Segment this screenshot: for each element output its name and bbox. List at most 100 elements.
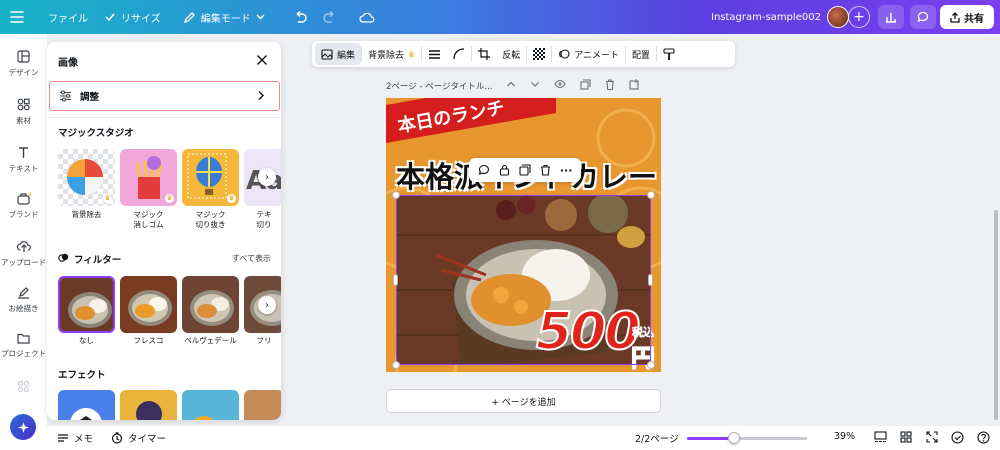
magic-item-eraser[interactable]: ♛ — [120, 149, 177, 206]
bar-chart-icon — [886, 13, 896, 23]
element-floating-toolbar: ··· — [469, 158, 581, 182]
grid-icon — [900, 431, 912, 443]
rail-item-draw[interactable]: お絵描き — [0, 286, 47, 314]
transparency-button[interactable] — [527, 43, 551, 65]
undo-button[interactable] — [273, 0, 315, 34]
rail-item-text[interactable]: テキスト — [0, 146, 47, 174]
magic-assistant-button[interactable] — [10, 414, 36, 440]
fullscreen-button[interactable] — [926, 431, 938, 443]
magic-item-label: 切り — [256, 220, 272, 229]
canvas-scrollbar[interactable] — [994, 210, 998, 420]
magic-scroll-right[interactable]: › — [258, 168, 276, 186]
effect-item-3[interactable] — [182, 390, 239, 420]
cloud-check-icon — [359, 12, 375, 23]
more-options-icon[interactable]: ··· — [560, 164, 573, 177]
resize-button[interactable]: リサイズ — [96, 0, 169, 34]
resize-icon — [105, 13, 115, 22]
paint-roller-icon — [663, 47, 675, 60]
comment-icon[interactable] — [478, 164, 490, 176]
border-style-button[interactable] — [422, 43, 447, 65]
help-icon — [977, 431, 990, 444]
see-all-link[interactable]: すべて表示 — [232, 253, 271, 264]
timer-label: タイマー — [128, 434, 167, 445]
effect-item-4[interactable] — [244, 390, 281, 420]
document-title[interactable]: Instagram-sample002 — [711, 0, 821, 34]
bg-remove-button[interactable]: 背景除去 ♛ — [362, 43, 421, 65]
share-button[interactable]: 共有 — [940, 5, 994, 29]
grid-view-button[interactable] — [874, 431, 887, 443]
check-button[interactable] — [951, 431, 964, 444]
resize-handle-tl[interactable] — [392, 191, 400, 199]
magic-item-label: 切り抜き — [195, 220, 226, 229]
rail-item-apps[interactable] — [0, 380, 47, 393]
trash-icon[interactable] — [605, 79, 615, 90]
page-indicator[interactable]: 2/2ページ — [635, 431, 679, 445]
flip-button[interactable]: 反転 — [496, 43, 526, 65]
rail-item-brand[interactable]: ♛ ブランド — [0, 192, 47, 220]
chevron-right-icon: › — [265, 171, 269, 183]
resize-handle-right[interactable] — [648, 274, 653, 286]
brand-icon: ♛ — [16, 192, 31, 205]
close-panel-button[interactable] — [254, 52, 270, 68]
duplicate-icon[interactable] — [519, 164, 531, 176]
resize-handle-bl[interactable] — [392, 361, 400, 369]
menu-button[interactable] — [0, 0, 34, 34]
filter-item-none[interactable] — [58, 276, 115, 333]
pencil-icon — [183, 11, 195, 23]
edit-image-button[interactable]: 編集 — [315, 43, 362, 65]
user-avatar[interactable] — [827, 6, 849, 28]
help-button[interactable] — [977, 431, 990, 444]
duplicate-icon[interactable] — [580, 79, 591, 90]
animate-button[interactable]: アニメート — [552, 43, 625, 65]
check-circle-icon — [951, 431, 964, 444]
filter-scroll-right[interactable]: › — [258, 296, 276, 314]
share-label: 共有 — [964, 13, 984, 25]
chevron-down-icon — [256, 14, 265, 20]
zoom-slider-knob[interactable] — [727, 432, 740, 444]
add-page-icon[interactable] — [629, 79, 640, 90]
eye-icon[interactable] — [554, 79, 566, 89]
rail-item-uploads[interactable]: アップロード — [0, 240, 47, 268]
rail-label: 素材 — [16, 116, 31, 125]
timer-button[interactable]: タイマー — [111, 431, 166, 445]
magic-item-bg-remove[interactable]: ♛ — [58, 149, 115, 206]
add-page-button[interactable]: + ページを追加 — [386, 389, 661, 413]
redo-button[interactable] — [315, 0, 345, 34]
zoom-slider-fill — [687, 437, 734, 440]
rail-item-design[interactable]: デザイン — [0, 50, 47, 78]
cloud-save-button[interactable] — [345, 0, 383, 34]
adjust-button[interactable]: 調整 — [49, 81, 280, 111]
timer-icon — [111, 432, 123, 444]
zoom-level[interactable]: 39% — [834, 431, 855, 442]
price-amount[interactable]: 500 — [535, 305, 642, 359]
rail-item-elements[interactable]: 素材 — [0, 98, 47, 126]
thumbnail-grid-button[interactable] — [900, 431, 912, 443]
filter-item-belvedere[interactable] — [182, 276, 239, 333]
corner-rounding-button[interactable] — [447, 43, 471, 65]
resize-handle-tr[interactable] — [647, 191, 655, 199]
comments-button[interactable] — [910, 5, 936, 29]
hamburger-icon — [10, 11, 24, 23]
position-button[interactable]: 配置 — [626, 43, 656, 65]
insights-button[interactable] — [878, 5, 904, 29]
design-canvas[interactable]: 本日のランチ 本格派インドカレー 500 税込 円 — [386, 98, 661, 372]
magic-item-grab[interactable]: ♛ — [182, 149, 239, 206]
resize-handle-br[interactable] — [647, 361, 655, 369]
page-title-label[interactable]: 2ページ - ページタイトル... — [386, 80, 492, 92]
effect-item-1[interactable] — [58, 390, 115, 420]
copy-style-button[interactable] — [657, 43, 681, 65]
filter-item-fresco[interactable] — [120, 276, 177, 333]
crop-button[interactable] — [472, 43, 496, 65]
chevron-down-icon[interactable] — [530, 79, 540, 89]
notes-button[interactable]: メモ — [57, 431, 93, 445]
resize-handle-left[interactable] — [393, 274, 398, 286]
effect-item-2[interactable] — [120, 390, 177, 420]
add-collaborator-button[interactable]: + — [848, 6, 870, 28]
file-menu-button[interactable]: ファイル — [34, 0, 96, 34]
zoom-slider[interactable] — [687, 437, 807, 440]
lock-icon[interactable] — [499, 164, 510, 176]
rail-item-projects[interactable]: プロジェクト — [0, 332, 47, 359]
chevron-up-icon[interactable] — [506, 79, 516, 89]
trash-icon[interactable] — [540, 164, 551, 176]
edit-mode-dropdown[interactable]: 編集モード — [169, 0, 273, 34]
